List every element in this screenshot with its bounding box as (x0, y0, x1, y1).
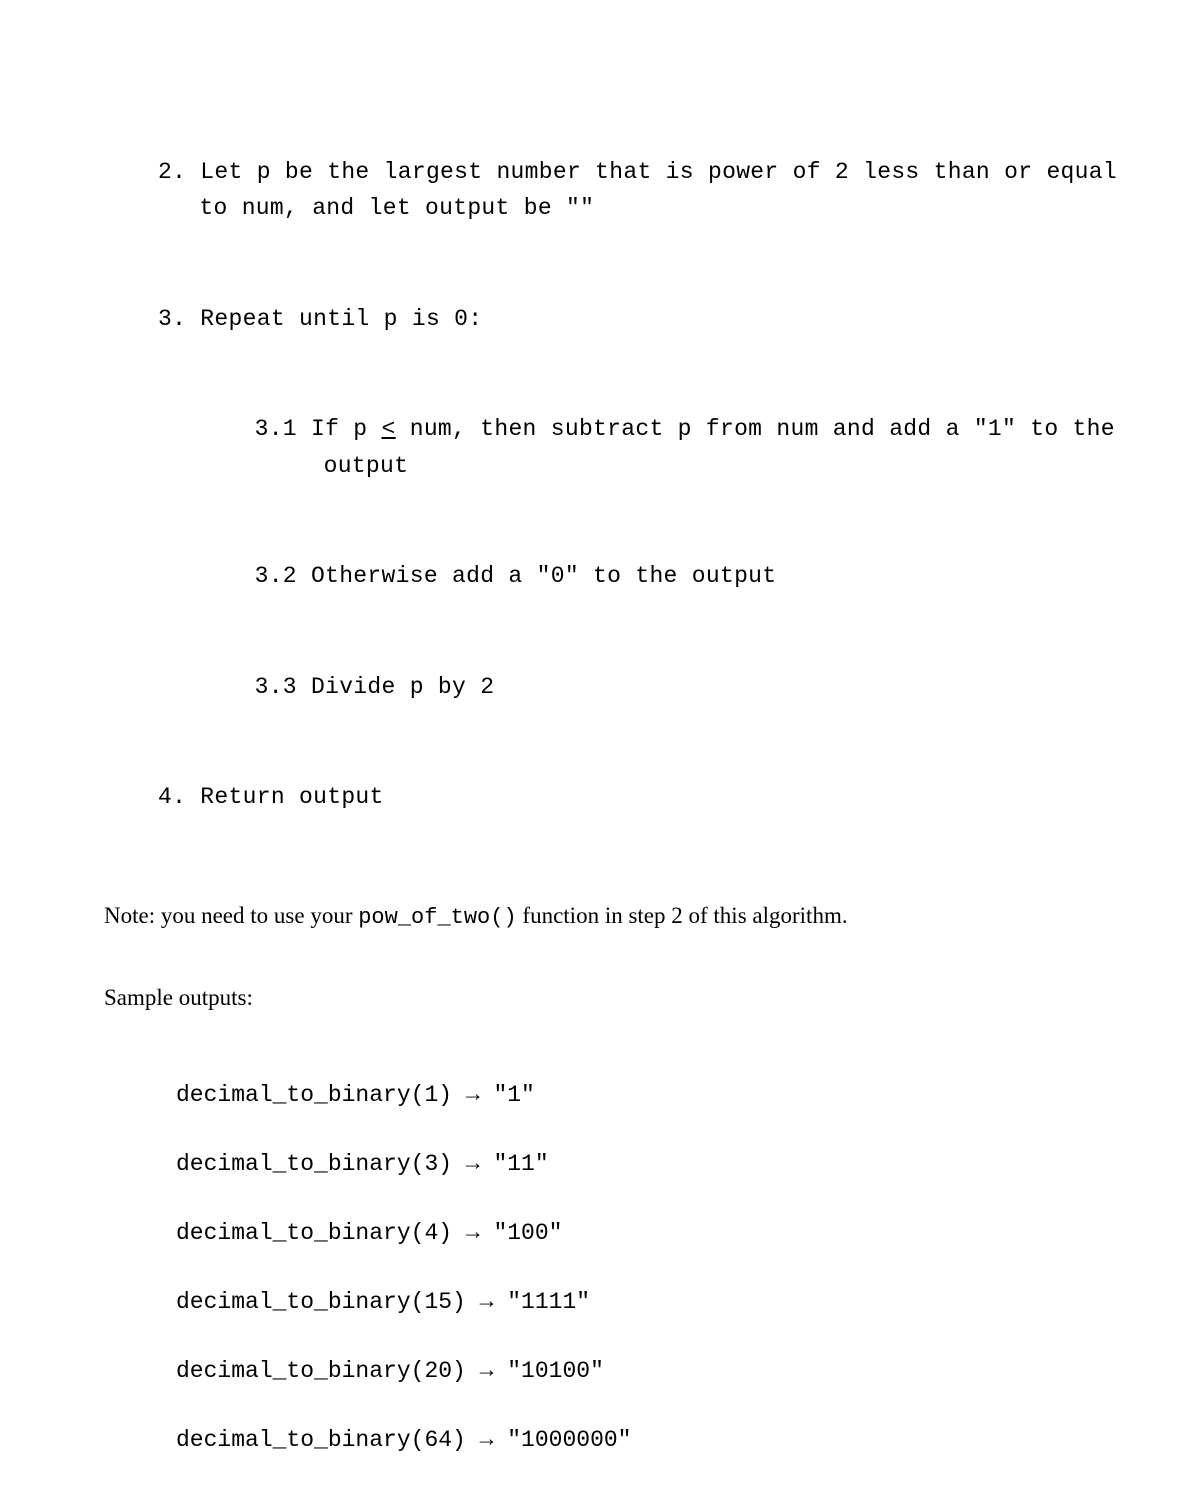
sample-outputs-block: decimal_to_binary(1) → "1" decimal_to_bi… (176, 1043, 1150, 1492)
algorithm-block: 2. Let p be the largest number that is p… (158, 80, 1150, 853)
note-post: function in step 2 of this algorithm. (517, 903, 848, 928)
sample-line: decimal_to_binary(15) → "1111" (176, 1285, 1150, 1320)
algo-step-3-1-post: num, then subtract p from num and add a … (324, 416, 1115, 479)
sample-line: decimal_to_binary(4) → "100" (176, 1216, 1150, 1251)
note-pre: Note: you need to use your (104, 903, 358, 928)
algo-step-3-1: 3.1 If p < num, then subtract p from num… (158, 411, 1150, 485)
sample-line: decimal_to_binary(3) → "11" (176, 1147, 1150, 1182)
algo-step-3-1-pre: 3.1 If p (255, 416, 382, 442)
algo-step-2: 2. Let p be the largest number that is p… (158, 154, 1150, 228)
le-symbol: < (382, 416, 396, 442)
sample-heading: Sample outputs: (104, 980, 1150, 1016)
sample-line: decimal_to_binary(1) → "1" (176, 1078, 1150, 1113)
note-code: pow_of_two() (358, 905, 516, 930)
algo-step-3-2: 3.2 Otherwise add a "0" to the output (158, 558, 1150, 595)
sample-line: decimal_to_binary(64) → "1000000" (176, 1423, 1150, 1458)
algo-step-3-3: 3.3 Divide p by 2 (158, 669, 1150, 706)
sample-line: decimal_to_binary(20) → "10100" (176, 1354, 1150, 1389)
note-paragraph: Note: you need to use your pow_of_two() … (104, 898, 1150, 935)
algo-step-3: 3. Repeat until p is 0: (158, 301, 1150, 338)
